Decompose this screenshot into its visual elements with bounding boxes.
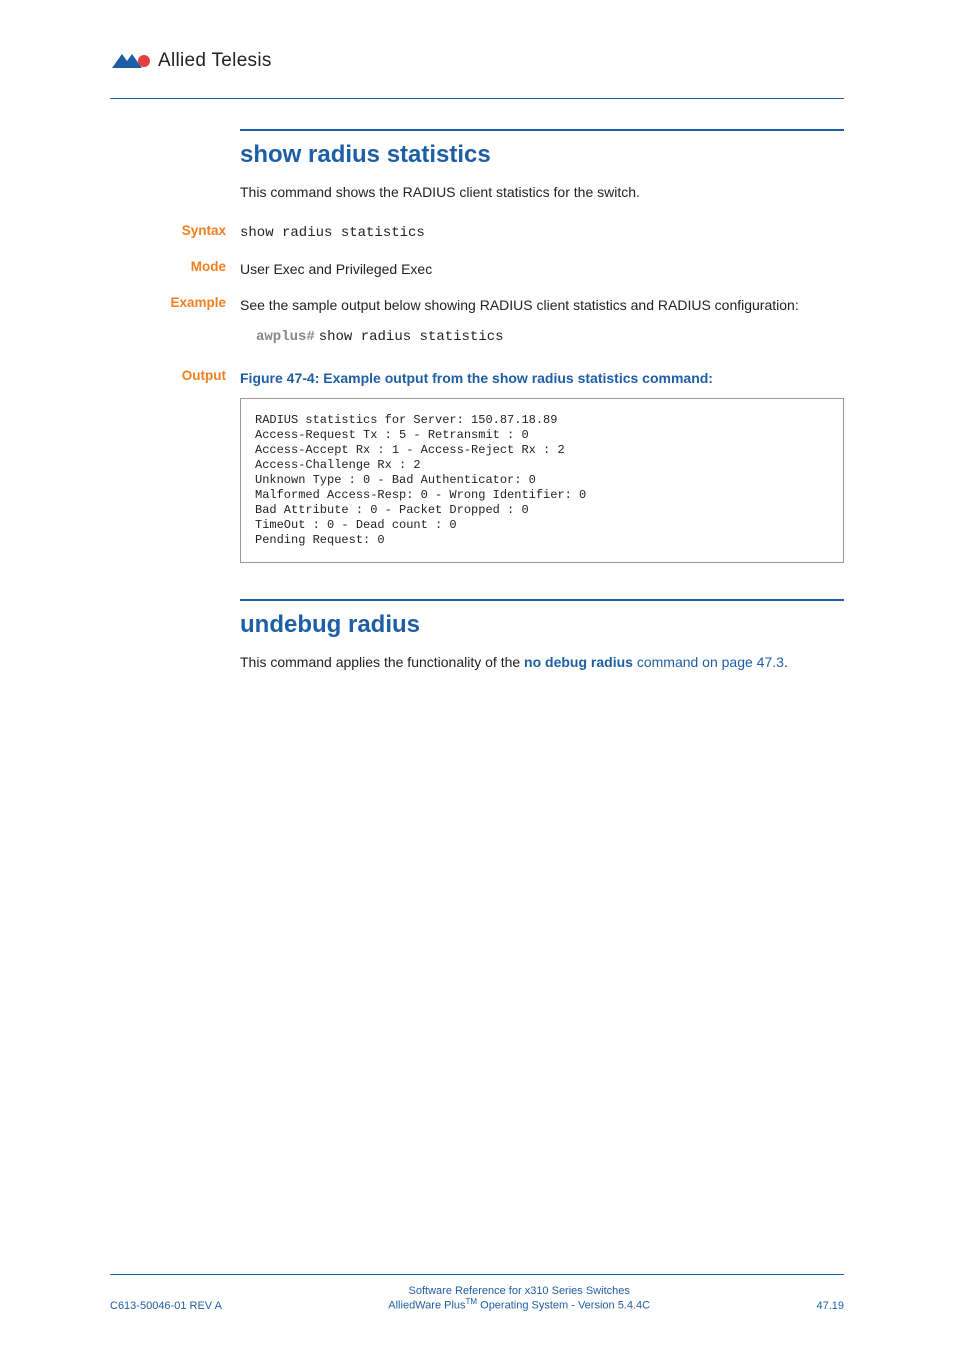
cli-command: show radius statistics — [319, 329, 504, 345]
page-footer: C613-50046-01 REV A Software Reference f… — [110, 1274, 844, 1312]
example-label: Example — [110, 295, 240, 310]
footer-subtitle: AlliedWare PlusTM Operating System - Ver… — [222, 1297, 817, 1312]
section-title-undebug-radius: undebug radius — [240, 611, 844, 639]
output-box: RADIUS statistics for Server: 150.87.18.… — [240, 398, 844, 563]
undebug-text-before: This command applies the functionality o… — [240, 654, 524, 670]
syntax-value: show radius statistics — [240, 223, 844, 243]
footer-page-number: 47.19 — [816, 1300, 844, 1312]
no-debug-radius-link[interactable]: no debug radius — [524, 654, 633, 670]
brand-logo: Allied Telesis — [110, 50, 272, 72]
output-row: Output Figure 47-4: Example output from … — [240, 368, 844, 563]
brand-name: Allied Telesis — [158, 50, 272, 72]
syntax-row: Syntax show radius statistics — [240, 223, 844, 243]
footer-title: Software Reference for x310 Series Switc… — [222, 1285, 817, 1297]
no-debug-radius-link-page[interactable]: command on page 47.3 — [633, 654, 784, 670]
logo-mark-icon — [110, 52, 154, 70]
section-rule — [240, 599, 844, 601]
undebug-text: This command applies the functionality o… — [240, 653, 844, 673]
mode-value: User Exec and Privileged Exec — [240, 259, 844, 279]
section-title-show-radius: show radius statistics — [240, 141, 844, 169]
intro-text: This command shows the RADIUS client sta… — [240, 183, 844, 203]
figure-caption: Figure 47-4: Example output from the sho… — [240, 368, 844, 388]
undebug-text-after: . — [784, 654, 788, 670]
syntax-label: Syntax — [110, 223, 240, 238]
section-rule — [240, 129, 844, 131]
example-command-block: awplus# show radius statistics — [256, 325, 844, 347]
mode-row: Mode User Exec and Privileged Exec — [240, 259, 844, 279]
example-text: See the sample output below showing RADI… — [240, 295, 844, 315]
page-header: Allied Telesis — [110, 50, 844, 99]
mode-label: Mode — [110, 259, 240, 274]
output-label: Output — [110, 368, 240, 383]
example-row: Example See the sample output below show… — [240, 295, 844, 348]
cli-prompt: awplus# — [256, 329, 315, 345]
footer-doc-id: C613-50046-01 REV A — [110, 1300, 222, 1312]
